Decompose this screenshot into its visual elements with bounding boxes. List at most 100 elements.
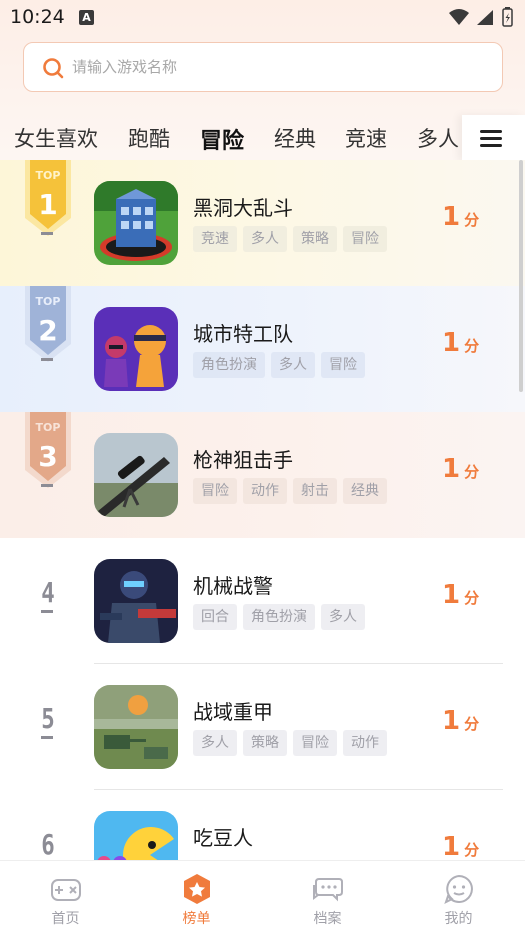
game-icon-sniper[interactable]: [94, 433, 178, 517]
rank-underline: [41, 484, 53, 487]
game-icon-city-agents[interactable]: [94, 307, 178, 391]
search-input[interactable]: [72, 43, 492, 90]
medal-top-label: TOP: [36, 169, 61, 182]
game-tag: 回合: [193, 604, 237, 630]
game-icon-pacman[interactable]: [94, 811, 178, 860]
tab-female-favorites[interactable]: 女生喜欢: [14, 123, 98, 153]
game-icon-mech-cop[interactable]: [94, 559, 178, 643]
rank-number: 6: [41, 828, 55, 860]
search-icon: [43, 58, 64, 79]
nav-item-archive[interactable]: 档案: [262, 861, 393, 935]
game-tag: 射击: [293, 478, 337, 504]
list-scrollbar[interactable]: [519, 160, 523, 392]
tab-multiplayer[interactable]: 多人: [417, 123, 459, 153]
nav-item-home[interactable]: 首页: [0, 861, 131, 935]
category-menu-button[interactable]: [462, 115, 525, 161]
status-indicators-icon: [449, 7, 513, 27]
game-tag: 多人: [321, 604, 365, 630]
smile-chat-icon: [444, 874, 473, 904]
score-unit: 分: [464, 211, 480, 229]
game-tags: 冒险 动作 射击 经典: [193, 478, 393, 504]
game-score: 1分: [442, 832, 479, 860]
game-tags: 多人 策略 冒险 动作: [193, 730, 393, 756]
ranking-row-6[interactable]: 6 吃豆人 1分: [0, 790, 525, 860]
game-score: 1分: [442, 454, 479, 484]
gold-medal-icon: TOP 1: [25, 160, 71, 236]
ranking-row-1[interactable]: TOP 1 黑洞大乱斗 竞速 多人 策略 冒险 1分: [0, 160, 525, 286]
game-icon-war-armor[interactable]: [94, 685, 178, 769]
game-score: 1分: [442, 580, 479, 610]
ranking-row-5[interactable]: 5 战域重甲 多人 策略 冒险 动作 1分: [0, 664, 525, 790]
wifi-icon: [449, 9, 469, 25]
city-agents-game-icon: [94, 307, 178, 391]
ranking-list: TOP 1 黑洞大乱斗 竞速 多人 策略 冒险 1分 TOP 2 城市特工队 角…: [0, 160, 525, 860]
score-unit: 分: [464, 589, 480, 607]
rank-underline: [41, 232, 53, 235]
rank-number: 5: [41, 702, 55, 735]
game-score: 1分: [442, 328, 479, 358]
game-tag: 动作: [343, 730, 387, 756]
ranking-row-2[interactable]: TOP 2 城市特工队 角色扮演 多人 冒险 1分: [0, 286, 525, 412]
medal-top-label: TOP: [36, 421, 61, 434]
signal-icon: [477, 10, 493, 25]
tab-parkour[interactable]: 跑酷: [128, 123, 170, 153]
score-unit: 分: [464, 337, 480, 355]
nav-item-ranking[interactable]: 榜单: [131, 861, 262, 935]
game-name: 战域重甲: [193, 700, 273, 724]
gamepad-icon: [51, 879, 81, 901]
status-bar: 10:24 A: [0, 0, 525, 36]
mech-cop-game-icon: [94, 559, 178, 643]
game-name: 枪神狙击手: [193, 448, 293, 472]
rank-underline: [41, 358, 53, 361]
score-value: 1: [442, 580, 461, 610]
game-score: 1分: [442, 706, 479, 736]
score-unit: 分: [464, 841, 480, 859]
game-tag: 冒险: [193, 478, 237, 504]
score-value: 1: [442, 202, 461, 232]
game-name: 吃豆人: [193, 826, 253, 850]
game-tag: 冒险: [343, 226, 387, 252]
game-tag: 策略: [293, 226, 337, 252]
search-bar[interactable]: [23, 42, 503, 92]
game-tag: 竞速: [193, 226, 237, 252]
rank-underline: [41, 610, 53, 613]
game-tags: 角色扮演 多人 冒险: [193, 352, 371, 378]
nav-label: 档案: [313, 911, 342, 927]
status-time: 10:24: [10, 6, 65, 28]
score-value: 1: [442, 328, 461, 358]
category-tabs: 女生喜欢 跑酷 冒险 经典 竞速 多人: [0, 115, 462, 161]
nav-label: 首页: [51, 911, 80, 927]
ranking-row-4[interactable]: 4 机械战警 回合 角色扮演 多人 1分: [0, 538, 525, 664]
game-tag: 冒险: [321, 352, 365, 378]
ranking-row-3[interactable]: TOP 3 枪神狙击手 冒险 动作 射击 经典 1分: [0, 412, 525, 538]
chat-bubbles-icon: [313, 878, 343, 902]
notification-badge: A: [79, 10, 94, 25]
game-name: 机械战警: [193, 574, 273, 598]
game-icon-black-hole[interactable]: [94, 181, 178, 265]
game-tags: 竞速 多人 策略 冒险: [193, 226, 393, 252]
tab-racing[interactable]: 竞速: [345, 123, 387, 153]
nav-label: 我的: [444, 911, 473, 927]
score-unit: 分: [464, 715, 480, 733]
score-unit: 分: [464, 463, 480, 481]
ranking-icon: [184, 874, 210, 904]
game-name: 黑洞大乱斗: [193, 196, 293, 220]
score-value: 1: [442, 832, 461, 860]
rank-number: 2: [38, 314, 57, 347]
game-tag: 多人: [271, 352, 315, 378]
game-tag: 多人: [193, 730, 237, 756]
bottom-nav: 首页 榜单 档案 我的: [0, 860, 525, 935]
game-name: 城市特工队: [193, 322, 293, 346]
war-armor-game-icon: [94, 685, 178, 769]
sniper-game-icon: [94, 433, 178, 517]
game-tag: 角色扮演: [243, 604, 315, 630]
game-tags: 回合 角色扮演 多人: [193, 604, 371, 630]
score-value: 1: [442, 454, 461, 484]
nav-label: 榜单: [182, 911, 211, 927]
game-tag: 冒险: [293, 730, 337, 756]
pacman-game-icon: [94, 811, 178, 860]
tab-adventure[interactable]: 冒险: [200, 123, 244, 155]
tab-classic[interactable]: 经典: [274, 123, 316, 153]
rank-underline: [41, 736, 53, 739]
nav-item-me[interactable]: 我的: [393, 861, 524, 935]
